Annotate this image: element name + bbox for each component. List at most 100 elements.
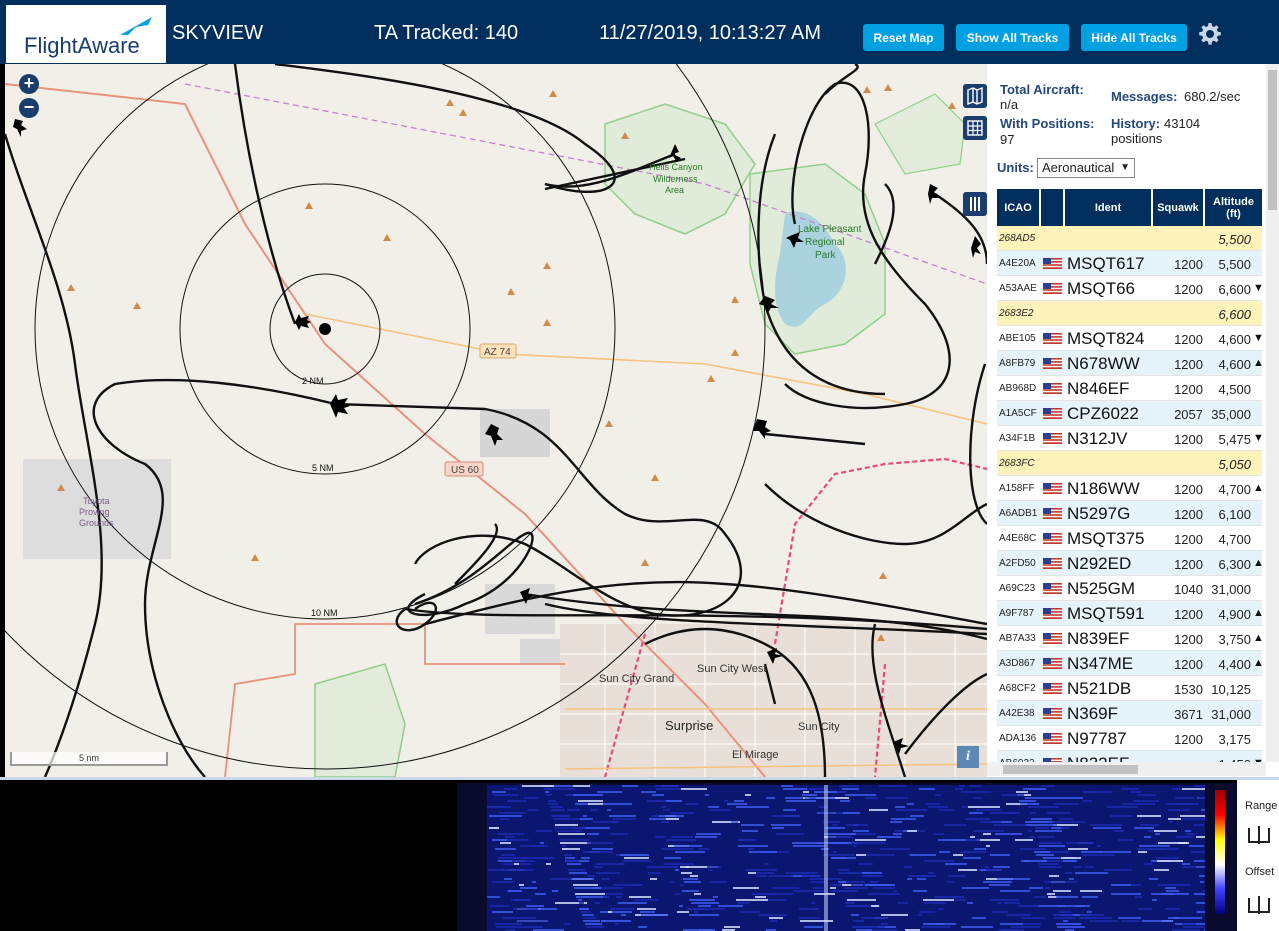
col-header-ident[interactable]: Ident [1065, 189, 1153, 226]
altitude-trend-icon: ▲ [1253, 632, 1264, 644]
us-flag-icon [1043, 433, 1062, 444]
range-label-5nm: 5 NM [312, 463, 334, 473]
cell-altitude: 35,000 [1211, 407, 1251, 422]
cell-icao: A53AAE [999, 283, 1037, 294]
table-row[interactable]: A2FD50 N292ED 1200 6,300 ▲ [997, 551, 1264, 576]
table-row[interactable]: A4E68C MSQT375 1200 4,700 [997, 526, 1262, 551]
units-select[interactable]: Aeronautical ▼ [1037, 158, 1135, 178]
zoom-in-button[interactable]: + [19, 74, 39, 94]
park-label-park: Park [815, 250, 837, 261]
us-flag-icon [1043, 333, 1062, 344]
us-flag-icon [1043, 558, 1062, 569]
altitude-trend-icon: ▼ [1253, 432, 1264, 444]
total-aircraft-value: n/a [1000, 97, 1019, 112]
park-label-regional: Regional [805, 237, 844, 248]
messages-value: 680.2/sec [1184, 89, 1241, 104]
history-label: History: [1111, 116, 1161, 131]
table-row[interactable]: A1A5CF CPZ6022 2057 35,000 [997, 401, 1262, 426]
cell-icao: A4E68C [999, 533, 1037, 544]
range-slider-handle[interactable] [1245, 824, 1273, 846]
altitude-trend-icon: ▲ [1253, 657, 1264, 669]
us-flag-icon [1043, 658, 1062, 669]
with-positions-label: With Positions: [1000, 116, 1095, 131]
show-all-tracks-button[interactable]: Show All Tracks [956, 24, 1069, 51]
table-row[interactable]: A69C23 N525GM 1040 31,000 [997, 576, 1262, 601]
table-row[interactable]: A53AAE MSQT66 1200 6,600 ▼ [997, 276, 1264, 301]
info-button[interactable]: i [957, 746, 979, 768]
table-row[interactable]: A3D867 N347ME 1200 4,400 ▲ [997, 651, 1264, 676]
cell-ident: N186WW [1067, 479, 1140, 498]
cell-ident: MSQT617 [1067, 254, 1145, 273]
flightaware-logo[interactable]: FlightAware [6, 5, 166, 63]
spectrum-controls: Range Offset [1237, 780, 1279, 931]
offset-slider-handle[interactable] [1245, 894, 1273, 916]
history-value: 43104 [1164, 116, 1201, 131]
reset-map-button[interactable]: Reset Map [863, 24, 944, 51]
zoom-out-button[interactable]: − [19, 98, 39, 118]
table-row[interactable]: A34F1B N312JV 1200 5,475 ▼ [997, 426, 1264, 451]
table-row[interactable]: A158FF N186WW 1200 4,700 ▲ [997, 476, 1264, 501]
cell-icao: A2FD50 [999, 558, 1036, 569]
scrollbar-thumb[interactable] [1003, 765, 1138, 774]
table-row[interactable]: A9F787 MSQT591 1200 4,900 ▲ [997, 601, 1264, 626]
city-sun-city-grand: Sun City Grand [599, 673, 674, 685]
us-flag-icon [1043, 383, 1062, 394]
cell-icao: A34F1B [999, 433, 1036, 444]
table-row[interactable]: A8FB79 N678WW 1200 4,600 ▲ [997, 351, 1264, 376]
grid-icon[interactable] [963, 116, 987, 140]
table-row[interactable]: A4E20A MSQT617 1200 5,500 [997, 251, 1262, 276]
col-header-icao[interactable]: ICAO [997, 189, 1041, 226]
table-row[interactable]: 268AD5 5,500 [997, 226, 1262, 251]
vertical-scrollbar[interactable] [1266, 64, 1279, 762]
cell-icao: 268AD5 [999, 233, 1036, 244]
map-layers-icon[interactable] [963, 84, 987, 108]
header-bar: FlightAware SKYVIEW TA Tracked: 140 11/2… [0, 0, 1279, 64]
gear-icon[interactable] [1198, 22, 1222, 46]
with-positions-value: 97 [1000, 132, 1015, 147]
columns-icon[interactable] [963, 192, 987, 216]
cell-squawk: 1200 [1174, 732, 1203, 747]
cell-squawk: 2057 [1174, 407, 1203, 422]
map-view[interactable]: 2 NM 5 NM 10 NM AZ 74 US 60 Hells Canyon… [5, 64, 987, 777]
table-row[interactable]: A42E38 N369F 3671 31,000 [997, 701, 1262, 726]
table-row[interactable]: 2683FC 5,050 [997, 451, 1262, 476]
table-row[interactable]: A68CF2 N521DB 1530 10,125 [997, 676, 1262, 701]
cell-altitude: 6,600 [1218, 307, 1251, 322]
table-row[interactable]: AB7A33 N839EF 1200 3,750 ▲ [997, 626, 1264, 651]
us-flag-icon [1043, 408, 1062, 419]
cell-squawk: 3671 [1174, 707, 1203, 722]
table-row[interactable]: AB968D N846EF 1200 4,500 [997, 376, 1262, 401]
cell-icao: A9F787 [999, 608, 1035, 619]
park-label-wilderness: Wilderness [653, 174, 698, 184]
cell-altitude: 4,700 [1218, 482, 1251, 497]
cell-icao: 2683FC [999, 458, 1035, 469]
cell-icao: ABE105 [999, 333, 1036, 344]
us-flag-icon [1043, 583, 1062, 594]
table-row[interactable]: 2683E2 6,600 [997, 301, 1262, 326]
col-header-squawk[interactable]: Squawk [1153, 189, 1205, 226]
spectrum-panel [457, 783, 1237, 931]
cell-icao: A6ADB1 [999, 508, 1038, 519]
cell-altitude: 4,700 [1218, 532, 1251, 547]
table-row[interactable]: A6ADB1 N5297G 1200 6,100 [997, 501, 1262, 526]
col-header-flag[interactable] [1041, 189, 1065, 226]
altitude-trend-icon: ▲ [1253, 557, 1264, 569]
horizontal-scrollbar[interactable] [987, 762, 1266, 776]
cell-ident: N312JV [1067, 429, 1128, 448]
col-header-altitude[interactable]: Altitude (ft) [1205, 189, 1262, 226]
table-row[interactable]: ADA136 N97787 1200 3,175 [997, 726, 1262, 751]
cell-squawk: 1200 [1174, 432, 1203, 447]
table-row[interactable]: ABE105 MSQT824 1200 4,600 ▼ [997, 326, 1264, 351]
map-canvas[interactable]: 2 NM 5 NM 10 NM AZ 74 US 60 Hells Canyon… [5, 64, 987, 777]
cell-ident: N846EF [1067, 379, 1130, 398]
altitude-trend-icon: ▼ [1253, 332, 1264, 344]
cell-squawk: 1200 [1174, 357, 1203, 372]
units-select-value: Aeronautical [1042, 160, 1115, 175]
cell-icao: A4E20A [999, 258, 1036, 269]
hide-all-tracks-button[interactable]: Hide All Tracks [1081, 24, 1187, 51]
cell-ident: N369F [1067, 704, 1119, 723]
cell-ident: N839EF [1067, 629, 1130, 648]
scrollbar-thumb[interactable] [1268, 70, 1277, 210]
us-flag-icon [1043, 683, 1062, 694]
cell-ident: N678WW [1067, 354, 1140, 373]
